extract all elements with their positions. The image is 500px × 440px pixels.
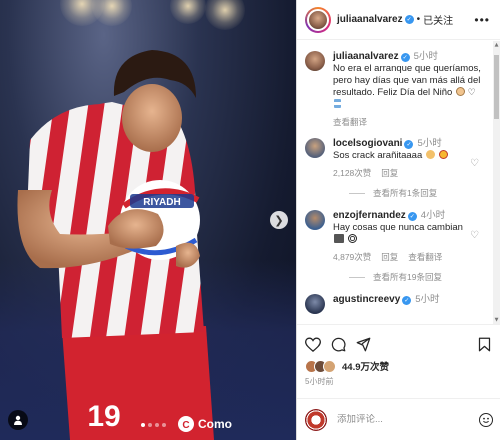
jersey-sponsor-text: RIYADH (143, 197, 180, 208)
author-avatar[interactable] (305, 6, 331, 33)
post-side-panel: juliaanalvarez ✓ • 已关注 ••• juliaanalvare… (296, 0, 500, 440)
add-comment-input[interactable] (337, 414, 479, 425)
carousel-dot (148, 423, 152, 427)
jersey-number: 19 (87, 400, 120, 433)
commenter-avatar[interactable] (305, 51, 325, 71)
author-username[interactable]: juliaanalvarez (337, 14, 403, 25)
likes-summary[interactable]: 44.9万次赞 (305, 359, 493, 373)
comment-username[interactable]: locelsogiovani (333, 138, 402, 149)
replies-divider (349, 192, 365, 194)
carousel-dot (162, 423, 166, 427)
comment-item: agustincreevy ✓ 5小时 (305, 294, 485, 314)
reply-button[interactable]: 回复 (381, 251, 398, 263)
svg-text:C: C (182, 420, 189, 431)
verified-icon: ✓ (404, 15, 414, 24)
comment-item: locelsogiovani ✓ 5小时 Sos crack arañitaaaa … (305, 138, 485, 179)
save-button[interactable] (478, 337, 491, 352)
comment-username[interactable]: enzojfernandez (333, 210, 406, 221)
follow-status-button[interactable]: 已关注 (423, 12, 453, 27)
verified-icon: ✓ (400, 53, 410, 62)
scrollbar-thumb[interactable] (494, 55, 499, 119)
comment-like-count[interactable]: 4,879次赞 (333, 251, 371, 263)
replies-divider (349, 276, 365, 278)
tagged-users-button[interactable] (8, 410, 28, 430)
comment-like-count[interactable]: 2,128次赞 (333, 167, 371, 179)
heart-outline-emoji: ♡ (467, 88, 476, 98)
chevron-right-icon: ❯ (274, 213, 284, 227)
caption-comment: juliaanalvarez ✓ 5小时 No era el arranque qu… (305, 51, 485, 128)
player-illustration: RIYADH 19 C Como (17, 50, 232, 440)
clap-emoji (425, 150, 435, 159)
comment-time[interactable]: 5小时 (414, 51, 438, 62)
emoji-icon[interactable] (479, 412, 493, 427)
see-translation-link[interactable]: 查看翻译 (408, 251, 442, 263)
carousel-dot (155, 423, 159, 427)
post-header: juliaanalvarez ✓ • 已关注 ••• (297, 0, 500, 40)
commenter-avatar[interactable] (305, 294, 325, 314)
comment-time[interactable]: 5小时 (415, 294, 439, 305)
comment-text: Hay cosas que nunca cambian (333, 222, 463, 233)
face-emoji (455, 87, 465, 96)
commenter-avatar[interactable] (305, 210, 325, 230)
comment-time[interactable]: 5小时 (417, 138, 441, 149)
verified-icon: ✓ (407, 212, 417, 221)
comment-item: enzojfernandez ✓ 4小时 Hay cosas que nunca c… (305, 210, 485, 263)
comment-composer (297, 398, 500, 440)
comment-button[interactable] (331, 337, 346, 352)
post-actions: 44.9万次赞 5小时前 (297, 324, 500, 390)
bookmark-icon (478, 337, 491, 351)
post-photo[interactable]: RIYADH 19 C Como ❯ (0, 0, 296, 440)
comment-username[interactable]: juliaanalvarez (333, 51, 399, 62)
current-user-avatar (305, 408, 327, 431)
goal-emoji (334, 234, 344, 243)
comments-scrollbar[interactable]: ▲ ▼ (493, 41, 500, 324)
share-icon (356, 337, 371, 351)
commenter-avatar[interactable] (305, 138, 325, 158)
comments-list[interactable]: juliaanalvarez ✓ 5小时 No era el arranque qu… (297, 41, 493, 324)
scroll-up-arrow-icon[interactable]: ▲ (493, 41, 500, 49)
flag-emoji (334, 99, 341, 108)
liker-avatars (305, 359, 336, 373)
verified-icon: ✓ (404, 140, 414, 149)
comment-username[interactable]: agustincreevy (333, 294, 400, 305)
view-replies-text: 查看所有19条回复 (373, 272, 442, 282)
laugh-emoji (438, 150, 448, 159)
liker-avatar (323, 359, 336, 373)
like-comment-heart-icon[interactable]: ♡ (470, 158, 479, 169)
sleeve-sponsor-text: Como (198, 417, 232, 431)
verified-icon: ✓ (402, 296, 412, 305)
likes-count[interactable]: 44.9万次赞 (342, 359, 389, 373)
user-tag-icon (14, 415, 22, 425)
reply-button[interactable]: 回复 (381, 167, 398, 179)
carousel-dot (141, 423, 145, 427)
view-replies-link[interactable]: 查看所有19条回复 (349, 271, 485, 283)
ball-emoji (347, 234, 357, 243)
view-replies-link[interactable]: 查看所有1条回复 (349, 187, 485, 199)
header-separator: • (416, 14, 421, 25)
see-translation-link[interactable]: 查看翻译 (333, 116, 367, 128)
comment-icon (331, 337, 346, 351)
view-replies-text: 查看所有1条回复 (373, 188, 438, 198)
next-photo-button[interactable]: ❯ (270, 211, 288, 229)
like-button[interactable] (305, 336, 321, 352)
scroll-down-arrow-icon[interactable]: ▼ (493, 316, 500, 324)
heart-icon (305, 336, 321, 352)
carousel-indicator (141, 423, 166, 427)
share-button[interactable] (356, 337, 371, 352)
more-options-icon[interactable]: ••• (474, 13, 490, 27)
comment-time[interactable]: 4小时 (421, 210, 445, 221)
post-timestamp[interactable]: 5小时前 (305, 376, 493, 387)
like-comment-heart-icon[interactable]: ♡ (470, 230, 479, 241)
instagram-post-window: RIYADH 19 C Como ❯ juliaanalvarez ✓ • 已关… (0, 0, 500, 440)
comment-text: Sos crack arañitaaaa (333, 150, 423, 161)
